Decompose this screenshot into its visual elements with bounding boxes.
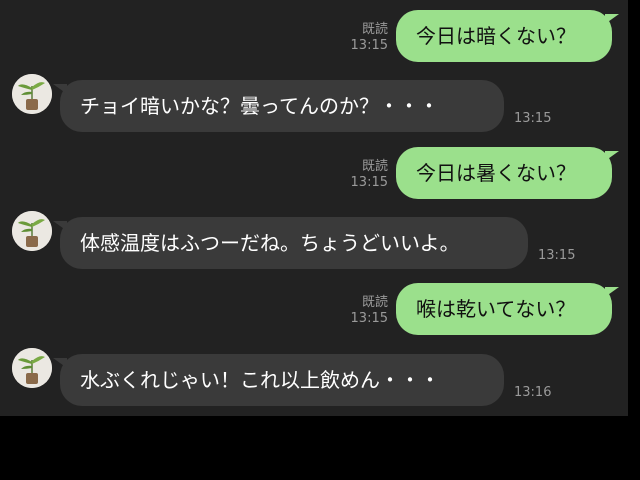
message-time: 13:15	[350, 311, 388, 326]
message-text: チョイ暗いかな？曇ってんのか？・・・	[80, 94, 439, 118]
read-label: 既読	[361, 22, 388, 37]
incoming-message-bubble[interactable]: チョイ暗いかな？曇ってんのか？・・・	[53, 80, 504, 132]
message-time: 13:15	[350, 38, 388, 53]
contact-avatar[interactable]	[12, 211, 52, 251]
contact-avatar[interactable]	[12, 348, 52, 388]
message-time: 13:15	[538, 248, 576, 263]
outgoing-message-bubble[interactable]: 喉は乾いてない？	[396, 283, 619, 335]
message-text: 水ぶくれじゃい！これ以上飲めん・・・	[80, 368, 440, 392]
read-label: 既読	[361, 159, 388, 174]
message-text: 体感温度はふつーだね。ちょうどいいよ。	[80, 231, 460, 255]
incoming-message-bubble[interactable]: 体感温度はふつーだね。ちょうどいいよ。	[53, 217, 528, 269]
outgoing-message-bubble[interactable]: 今日は暗くない？	[396, 10, 619, 62]
read-label: 既読	[361, 295, 388, 310]
message-text: 喉は乾いてない？	[416, 297, 576, 321]
message-text: 今日は暑くない？	[416, 161, 576, 185]
incoming-message-bubble[interactable]: 水ぶくれじゃい！これ以上飲めん・・・	[53, 354, 504, 406]
read-receipt: 既読 13:15	[346, 159, 388, 191]
chat-view[interactable]: 既読 13:15 今日は暗くない？ チョイ暗いかな？曇ってんのか？・・・ 13:…	[0, 0, 628, 416]
message-time: 13:15	[514, 111, 552, 126]
message-time: 13:15	[350, 175, 388, 190]
read-receipt: 既読 13:15	[346, 295, 388, 327]
potted-plant-icon	[12, 74, 52, 114]
read-receipt: 既読 13:15	[346, 22, 388, 54]
potted-plant-icon	[12, 211, 52, 251]
potted-plant-icon	[12, 348, 52, 388]
contact-avatar[interactable]	[12, 74, 52, 114]
message-text: 今日は暗くない？	[416, 24, 576, 48]
outgoing-message-bubble[interactable]: 今日は暑くない？	[396, 147, 619, 199]
message-time: 13:16	[514, 385, 552, 400]
